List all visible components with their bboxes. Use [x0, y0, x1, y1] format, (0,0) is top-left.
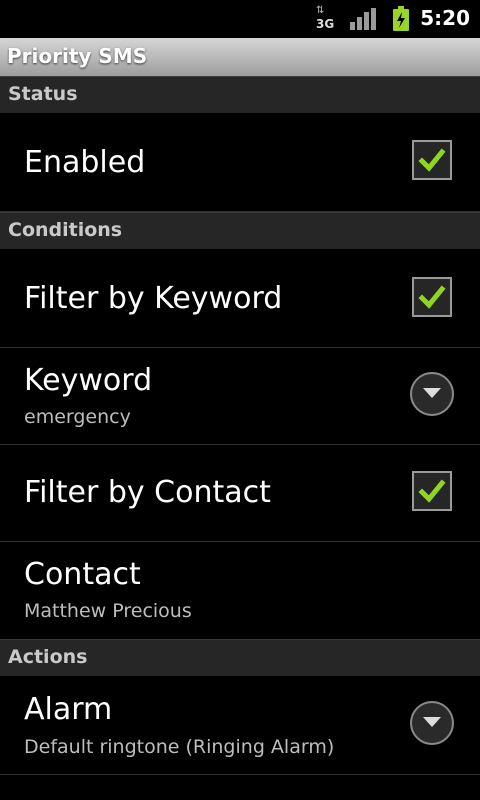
- filter-contact-checkbox[interactable]: [412, 471, 452, 511]
- pref-keyword[interactable]: Keyword emergency: [0, 348, 480, 445]
- section-label: Conditions: [8, 219, 123, 241]
- status-bar: ⇅ 3G 5:20: [0, 0, 480, 38]
- pref-title: Enabled: [24, 145, 146, 180]
- pref-title: Contact: [24, 557, 141, 592]
- network-3g-icon: ⇅ 3G: [316, 5, 335, 31]
- pref-alarm[interactable]: Alarm Default ringtone (Ringing Alarm): [0, 676, 480, 775]
- pref-title: Filter by Contact: [24, 475, 271, 510]
- app-title-bar: Priority SMS: [0, 38, 480, 77]
- pref-contact[interactable]: Contact Matthew Precious: [0, 542, 480, 638]
- clock: 5:20: [420, 6, 470, 30]
- section-header-conditions: Conditions: [0, 212, 480, 250]
- section-label: Actions: [8, 646, 88, 668]
- filter-keyword-checkbox[interactable]: [412, 277, 452, 317]
- battery-charging-icon: [392, 6, 410, 32]
- alarm-dropdown-button[interactable]: [410, 701, 454, 745]
- signal-strength-icon: [350, 8, 376, 30]
- pref-filter-by-contact[interactable]: Filter by Contact: [0, 445, 480, 542]
- section-header-status: Status: [0, 76, 480, 114]
- pref-summary: Matthew Precious: [24, 600, 192, 622]
- pref-enabled[interactable]: Enabled: [0, 113, 480, 212]
- app-title: Priority SMS: [7, 44, 148, 68]
- pref-title: Filter by Keyword: [24, 281, 283, 316]
- pref-filter-by-keyword[interactable]: Filter by Keyword: [0, 249, 480, 348]
- section-header-actions: Actions: [0, 639, 480, 677]
- section-label: Status: [8, 83, 78, 105]
- keyword-dropdown-button[interactable]: [410, 372, 454, 416]
- pref-title: Keyword: [24, 363, 153, 398]
- pref-summary: Default ringtone (Ringing Alarm): [24, 736, 335, 758]
- pref-summary: emergency: [24, 406, 131, 428]
- pref-title: Alarm: [24, 692, 113, 727]
- enabled-checkbox[interactable]: [412, 140, 452, 180]
